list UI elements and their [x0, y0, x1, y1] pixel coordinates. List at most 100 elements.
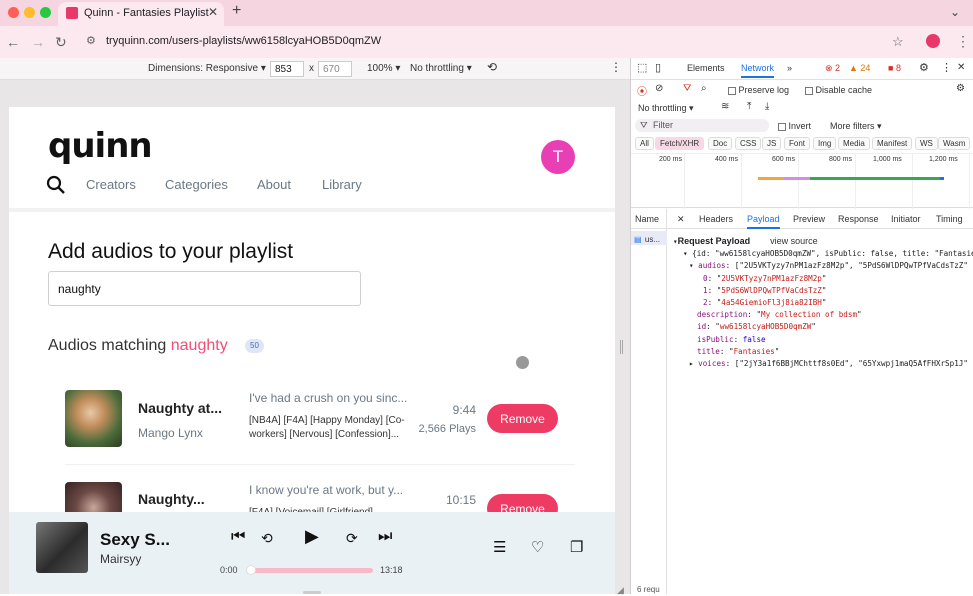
tab-search-icon[interactable]: ⌄	[950, 5, 960, 19]
height-input[interactable]: 670	[318, 61, 352, 77]
close-devtools-icon[interactable]: ✕	[957, 62, 965, 73]
reload-icon[interactable]: ↻	[55, 34, 67, 51]
quinn-logo[interactable]: quinn	[48, 126, 153, 166]
audio-title[interactable]: Naughty at...	[138, 400, 222, 416]
type-ws[interactable]: WS	[915, 137, 938, 150]
tab-payload[interactable]: Payload	[747, 214, 780, 229]
remove-button[interactable]: Remove	[487, 404, 558, 433]
devtools-menu-icon[interactable]: ⋮	[941, 61, 952, 74]
bookmark-star-icon[interactable]: ☆	[892, 34, 904, 50]
browser-tab[interactable]: Quinn - Fantasies Playlist ✕	[58, 2, 224, 26]
list-item[interactable]: Naughty at... Mango Lynx I've had a crus…	[9, 377, 615, 477]
player-artist[interactable]: Mairsyy	[100, 552, 141, 566]
new-tab-icon[interactable]: +	[232, 2, 241, 20]
type-font[interactable]: Font	[784, 137, 811, 150]
audio-title[interactable]: Naughty...	[138, 491, 205, 507]
throttle-select[interactable]: No throttling ▾	[410, 63, 472, 74]
nav-library[interactable]: Library	[322, 177, 362, 192]
copy-icon[interactable]: ❐	[570, 538, 583, 556]
tab-preview[interactable]: Preview	[793, 214, 825, 224]
issues-count[interactable]: ■ 8	[888, 63, 901, 73]
filter-input[interactable]: ⛛ Filter	[635, 119, 769, 132]
network-settings-icon[interactable]: ⚙	[956, 83, 965, 94]
type-wasm[interactable]: Wasm	[938, 137, 971, 150]
corner-resize-icon[interactable]: ◢	[617, 585, 624, 596]
width-input[interactable]: 853	[270, 61, 304, 77]
heart-icon[interactable]: ♡	[531, 538, 544, 556]
nav-categories[interactable]: Categories	[165, 177, 228, 192]
errors-count[interactable]: ⊗ 2	[825, 63, 840, 74]
close-window-button[interactable]	[8, 7, 19, 18]
progress-bar[interactable]	[248, 568, 373, 573]
view-source-link[interactable]: view source	[770, 236, 818, 246]
device-toggle-icon[interactable]: ▯	[655, 61, 661, 74]
tab-headers[interactable]: Headers	[699, 214, 733, 224]
tab-elements[interactable]: Elements	[687, 63, 725, 73]
tab-response[interactable]: Response	[838, 214, 879, 224]
site-info-icon[interactable]: ⚙	[86, 34, 96, 47]
tab-network[interactable]: Network	[741, 63, 775, 78]
forward-15-icon[interactable]: ⟳	[346, 530, 358, 547]
preserve-log-checkbox[interactable]: Preserve log	[728, 85, 789, 95]
more-filters-select[interactable]: More filters ▾	[830, 121, 882, 132]
queue-icon[interactable]: ☰	[493, 538, 506, 556]
type-media[interactable]: Media	[838, 137, 870, 150]
search-network-icon[interactable]: ⌕	[701, 83, 707, 94]
type-img[interactable]: Img	[813, 137, 837, 150]
viewport-resizer[interactable]	[620, 340, 623, 354]
payload-audios[interactable]: ▾ audios: ["2U5VKTyzy7nPM1azFz8M2p", "5P…	[673, 260, 973, 272]
play-icon[interactable]: ▶	[305, 526, 319, 547]
type-js[interactable]: JS	[762, 137, 782, 150]
tab-timing[interactable]: Timing	[936, 214, 963, 224]
rewind-15-icon[interactable]: ⟲	[261, 530, 273, 547]
payload-section-header[interactable]: ▾Request Payload view source	[673, 235, 973, 248]
warnings-count[interactable]: ▲ 24	[849, 63, 870, 73]
settings-gear-icon[interactable]: ⚙	[919, 61, 929, 74]
device-menu-icon[interactable]: ⋮	[610, 60, 622, 74]
nav-about[interactable]: About	[257, 177, 291, 192]
inspect-icon[interactable]: ⬚	[637, 61, 647, 74]
dimensions-select[interactable]: Dimensions: Responsive ▾	[148, 63, 266, 74]
search-icon[interactable]	[46, 175, 66, 195]
type-manifest[interactable]: Manifest	[872, 137, 913, 150]
type-all[interactable]: All	[635, 137, 654, 150]
network-throttle-select[interactable]: No throttling ▾	[638, 103, 694, 114]
browser-menu-icon[interactable]: ⋮	[956, 33, 970, 50]
request-row[interactable]: ▤ us...	[631, 231, 667, 245]
clear-icon[interactable]: ⊘	[655, 83, 663, 94]
previous-icon[interactable]: ⏮	[231, 528, 245, 546]
invert-checkbox[interactable]: Invert	[778, 121, 811, 131]
back-icon[interactable]: ←	[6, 34, 20, 50]
forward-icon[interactable]: →	[31, 34, 45, 50]
type-doc[interactable]: Doc	[708, 137, 733, 150]
more-tabs-icon[interactable]: »	[787, 63, 792, 73]
import-har-icon[interactable]: ⤒	[747, 101, 751, 112]
type-css[interactable]: CSS	[735, 137, 762, 150]
export-har-icon[interactable]: ⤓	[765, 101, 769, 112]
maximize-window-button[interactable]	[40, 7, 51, 18]
audio-search-input[interactable]	[48, 271, 361, 306]
tab-initiator[interactable]: Initiator	[891, 214, 921, 224]
next-icon[interactable]: ⏭	[378, 528, 392, 546]
payload-root[interactable]: ▾ {id: "ww6158lcyaHOB5D0qmZW", isPublic:…	[673, 248, 973, 260]
disable-cache-checkbox[interactable]: Disable cache	[805, 85, 872, 95]
close-detail-icon[interactable]: ✕	[677, 214, 685, 225]
zoom-select[interactable]: 100% ▾	[367, 63, 400, 74]
audio-artist[interactable]: Mango Lynx	[138, 426, 203, 440]
type-fetch-xhr[interactable]: Fetch/XHR	[655, 137, 705, 150]
close-tab-icon[interactable]: ✕	[208, 5, 218, 19]
filter-funnel-icon[interactable]: ⛛	[683, 83, 691, 94]
player-title[interactable]: Sexy S...	[100, 530, 170, 550]
address-bar[interactable]: ⚙ tryquinn.com/users-playlists/ww6158lcy…	[78, 31, 918, 53]
progress-knob[interactable]	[246, 565, 256, 575]
network-conditions-icon[interactable]: ≋	[721, 101, 729, 112]
minimize-window-button[interactable]	[24, 7, 35, 18]
record-icon[interactable]: ⦿	[637, 83, 647, 98]
total-time: 13:18	[380, 565, 403, 575]
user-avatar[interactable]: T	[541, 140, 575, 174]
network-timeline[interactable]: 200 ms 400 ms 600 ms 800 ms 1,000 ms 1,2…	[631, 153, 973, 209]
rotate-icon[interactable]: ⟲	[487, 60, 497, 74]
nav-creators[interactable]: Creators	[86, 177, 136, 192]
payload-voices[interactable]: ▸ voices: ["2jY3a1f6BBjMChttf8s0Ed", "65…	[673, 358, 973, 370]
profile-icon[interactable]	[926, 34, 940, 48]
